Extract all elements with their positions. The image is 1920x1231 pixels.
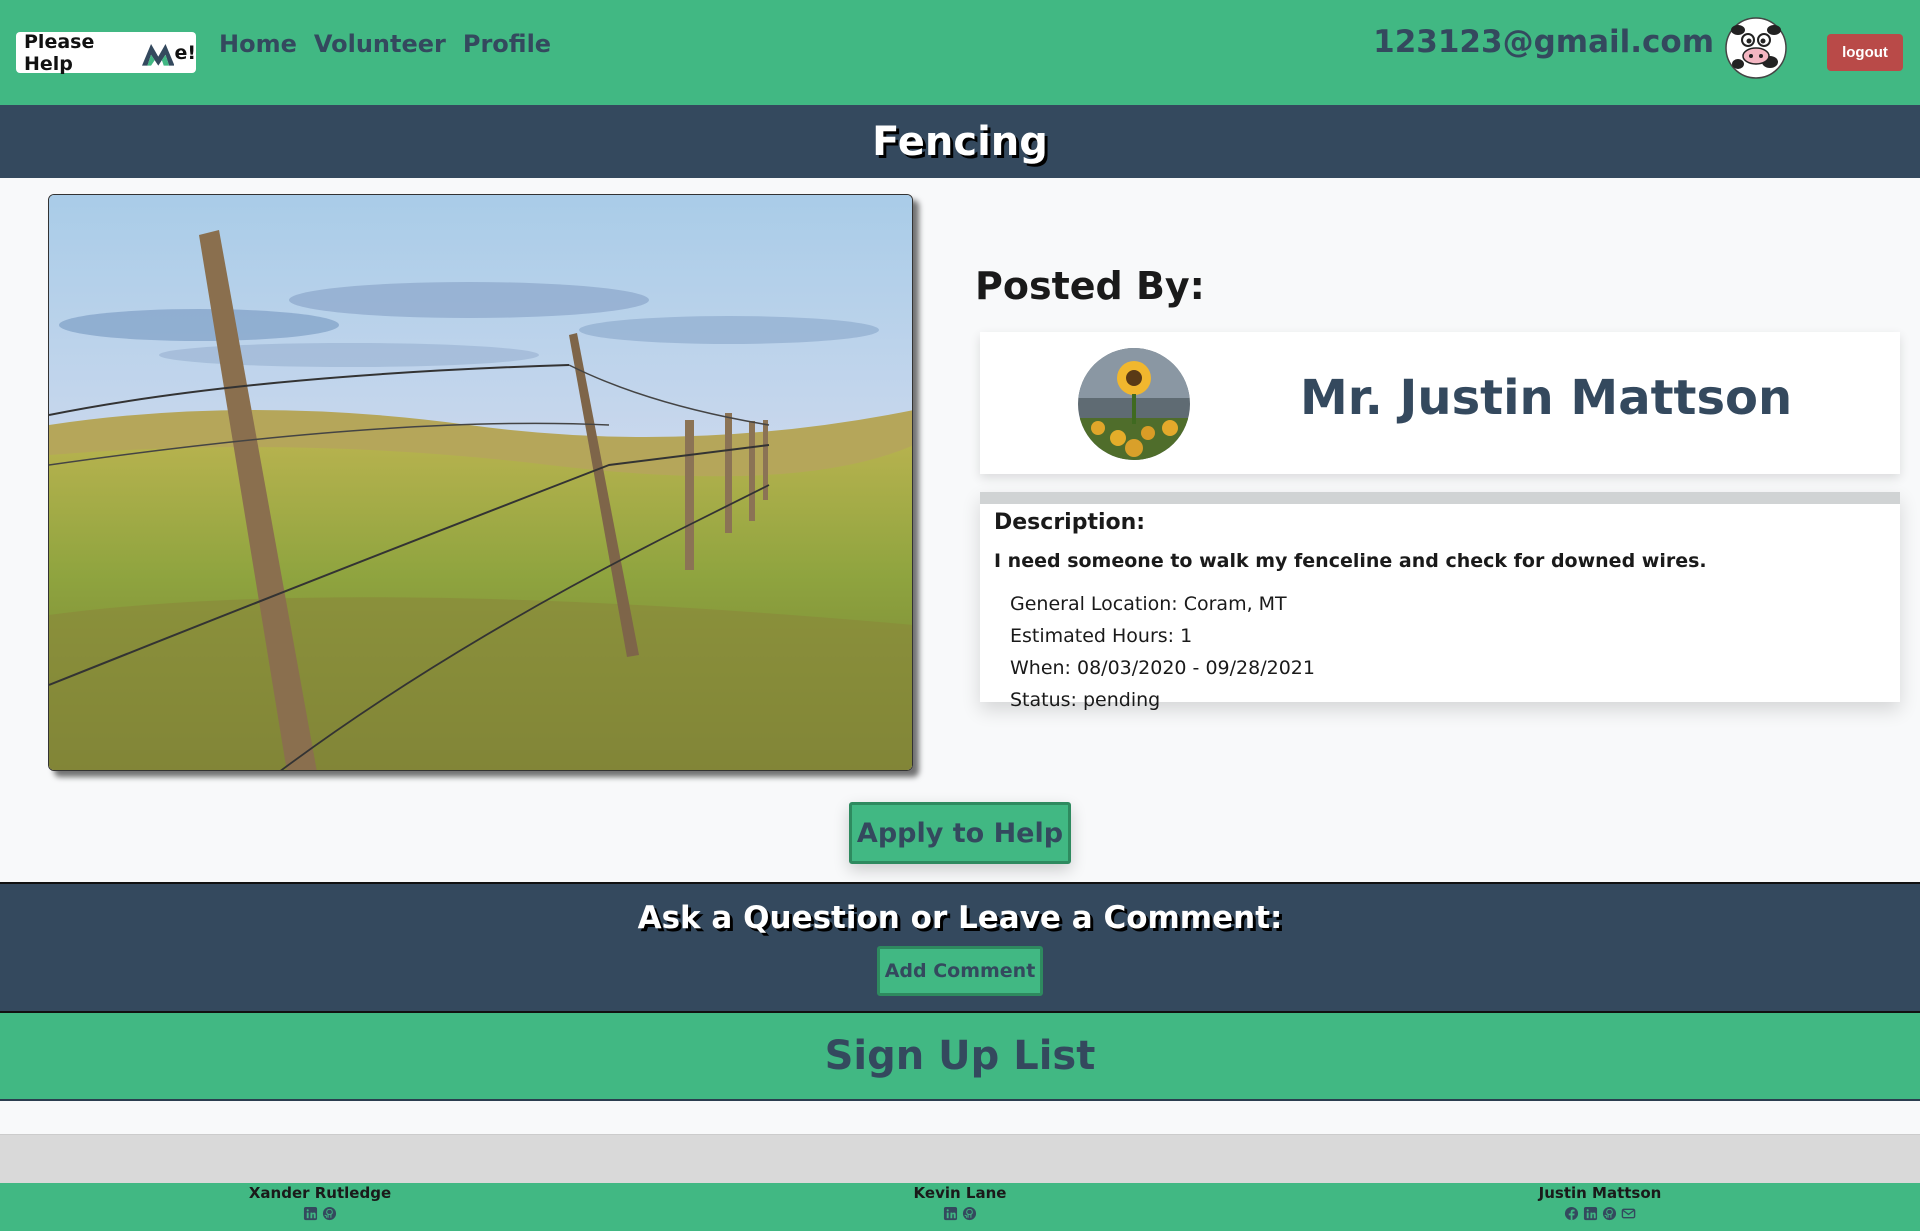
footer: Xander Rutledge Kevin Lane Justin Mattso… [0, 1183, 1920, 1231]
location-item: General Location: Coram, MT [1010, 593, 1287, 615]
brand-logo[interactable]: Please Help e! [16, 30, 196, 75]
github-icon[interactable] [322, 1206, 337, 1221]
user-email[interactable]: 123123@gmail.com [1373, 24, 1714, 60]
task-image [48, 194, 913, 771]
comment-section: Ask a Question or Leave a Comment: Add C… [0, 882, 1920, 1013]
apply-to-help-button[interactable]: Apply to Help [849, 802, 1071, 864]
mountain-m-icon [141, 43, 175, 66]
nav-volunteer-link[interactable]: Volunteer [314, 30, 446, 58]
footer-author: Kevin Lane [810, 1184, 1110, 1221]
when-item: When: 08/03/2020 - 09/28/2021 [1010, 657, 1315, 679]
signup-header: Sign Up List [0, 1013, 1920, 1101]
signup-heading: Sign Up List [824, 1033, 1096, 1079]
sunflower-icon [1078, 348, 1190, 460]
author-name: Justin Mattson [1538, 1184, 1662, 1202]
description-text: I need someone to walk my fenceline and … [994, 550, 1707, 572]
linkedin-icon[interactable] [303, 1206, 318, 1221]
footer-author: Justin Mattson [1450, 1184, 1750, 1221]
posted-by-heading: Posted By: [975, 264, 1205, 308]
add-comment-button[interactable]: Add Comment [877, 946, 1043, 996]
description-label: Description: [994, 510, 1146, 535]
facebook-icon[interactable] [1564, 1206, 1579, 1221]
page-title: Fencing [872, 118, 1048, 165]
nav-links: Home Volunteer Profile [219, 30, 551, 58]
task-details-list: General Location: Coram, MT Estimated Ho… [1010, 588, 1315, 716]
top-navbar: Please Help e! Home Volunteer Profile 12… [0, 0, 1920, 105]
footer-author: Xander Rutledge [170, 1184, 470, 1221]
author-name: Xander Rutledge [248, 1184, 392, 1202]
hours-item: Estimated Hours: 1 [1010, 625, 1193, 647]
status-item: Status: pending [1010, 689, 1161, 711]
poster-avatar [1078, 348, 1190, 460]
task-detail: Posted By: Mr. Justin Mattson Descriptio… [0, 178, 1920, 882]
email-icon[interactable] [1621, 1206, 1636, 1221]
title-bar: Fencing [0, 105, 1920, 178]
description-card: Description: I need someone to walk my f… [980, 492, 1900, 711]
github-icon[interactable] [962, 1206, 977, 1221]
nav-home-link[interactable]: Home [219, 30, 297, 58]
cow-avatar-icon[interactable] [1724, 16, 1788, 80]
signup-list [0, 1101, 1920, 1135]
poster-card: Mr. Justin Mattson [980, 332, 1900, 474]
linkedin-icon[interactable] [943, 1206, 958, 1221]
fence-field-illustration [49, 195, 912, 770]
poster-name[interactable]: Mr. Justin Mattson [1300, 370, 1792, 426]
linkedin-icon[interactable] [1583, 1206, 1598, 1221]
author-name: Kevin Lane [913, 1184, 1007, 1202]
brand-text: Please Help [24, 30, 95, 75]
comment-heading: Ask a Question or Leave a Comment: [637, 900, 1283, 936]
nav-profile-link[interactable]: Profile [463, 30, 551, 58]
github-icon[interactable] [1602, 1206, 1617, 1221]
logout-button[interactable]: logout [1827, 34, 1903, 71]
brand-suffix: e! [174, 41, 196, 64]
